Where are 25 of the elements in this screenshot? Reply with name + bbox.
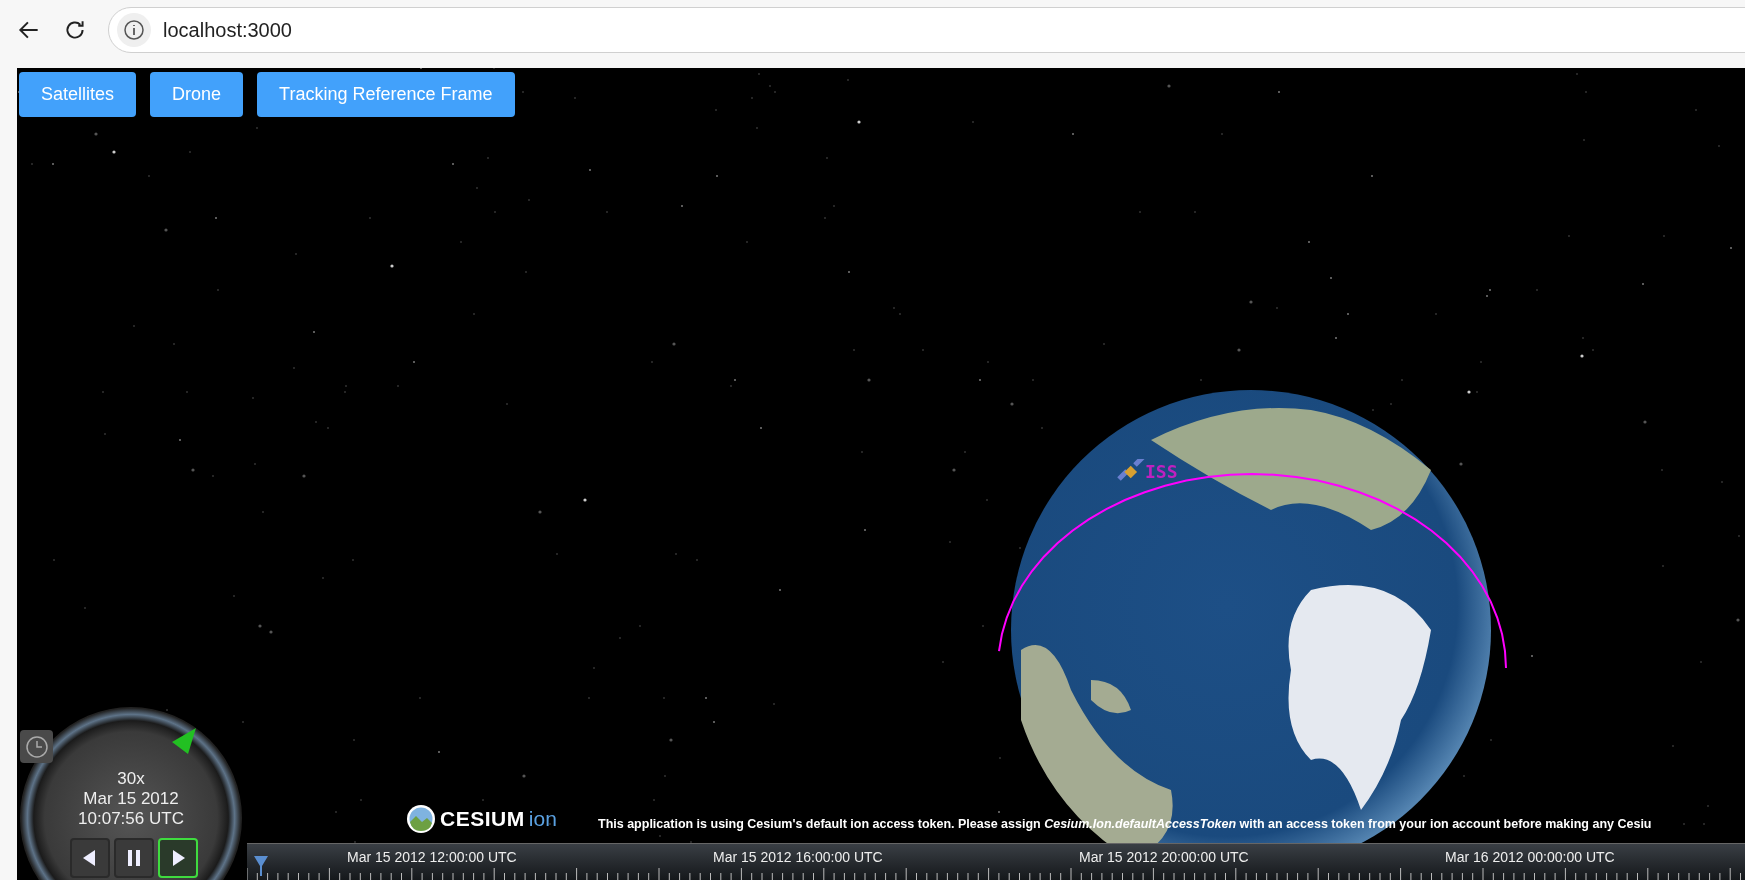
speed-text: 30x [117,769,145,789]
date-text: Mar 15 2012 [83,789,179,809]
toolbar-button[interactable]: Satellites [19,72,137,117]
play-reverse-button[interactable] [70,838,110,878]
logo-suffix-text: ion [528,806,557,832]
info-icon[interactable] [117,13,151,47]
logo-text: CESIUM [440,806,525,832]
timeline-needle-icon[interactable] [253,854,269,876]
toolbar-button[interactable]: Tracking Reference Frame [257,72,515,117]
url-text: localhost:3000 [163,18,292,43]
time-text: 10:07:56 UTC [78,809,184,829]
play-button[interactable] [158,838,198,878]
toolbar-button[interactable]: Drone [150,72,244,117]
satellite-label: ISS [1145,463,1178,481]
clock-icon[interactable] [20,730,53,763]
token-warning-text: This application is using Cesium's default ion access token. Please assign Cesium.Ion.defaultAccessToken with an access token from your ion account before making any Cesiu [598,816,1652,833]
timeline-label: Mar 16 2012 00:00:00 UTC [1445,848,1615,867]
pause-button[interactable] [114,838,154,878]
timeline-label: Mar 15 2012 16:00:00 UTC [713,848,883,867]
timeline-bar[interactable]: Mar 15 2012 12:00:00 UTC Mar 15 2012 16:00:00 UTC Mar 15 2012 20:00:00 UTC Mar 16 2012 00:00:00 UTC [247,843,1745,880]
shuttle-ring-pointer-icon[interactable] [172,728,196,754]
cesium-logo-icon [406,803,436,834]
timeline-label: Mar 15 2012 12:00:00 UTC [347,848,517,867]
address-bar[interactable]: localhost:3000 [108,7,1745,53]
timeline-label: Mar 15 2012 20:00:00 UTC [1079,848,1249,867]
